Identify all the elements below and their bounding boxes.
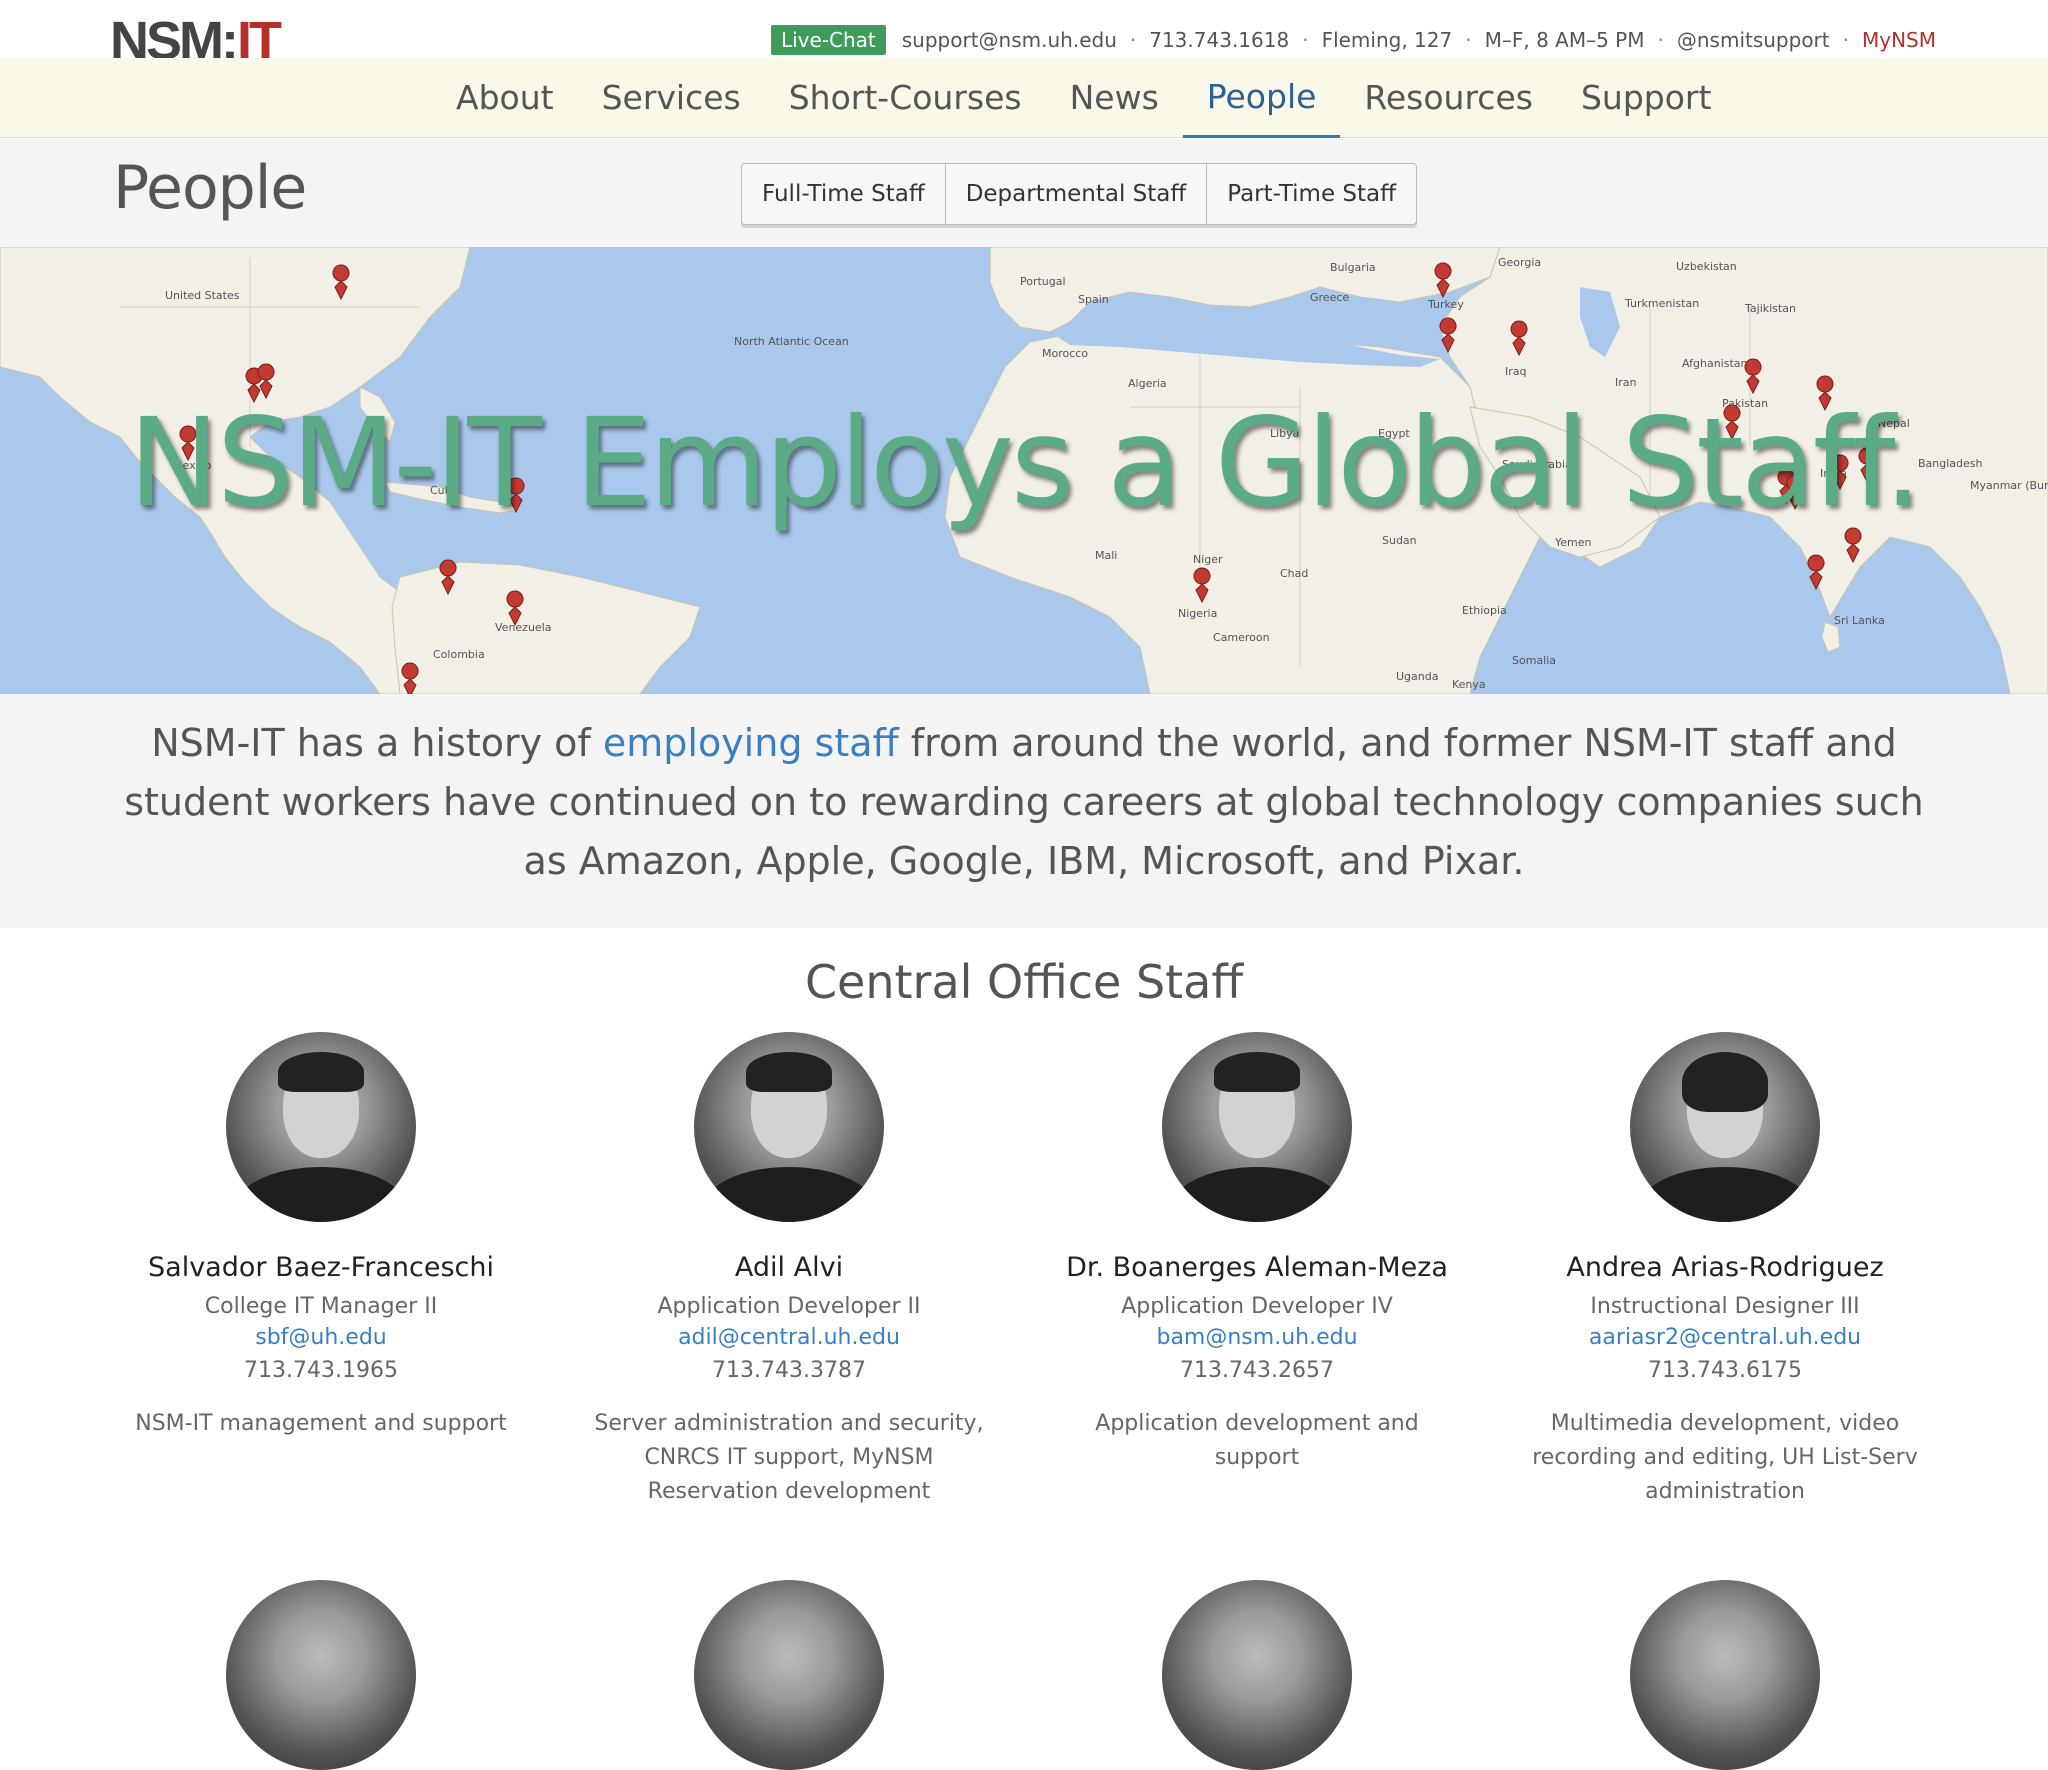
staff-card: Andrea Arias-Rodriguez Instructional Des… [1515, 1032, 1935, 1509]
staff-duties: Server administration and security, CNRC… [594, 1411, 984, 1504]
map-label: Turkmenistan [1624, 297, 1699, 310]
map-label: Tajikistan [1744, 302, 1796, 315]
map-label: Cameroon [1213, 631, 1270, 644]
staff-category-buttons: Full-Time Staff Departmental Staff Part-… [741, 163, 1417, 225]
map-label: Nigeria [1178, 607, 1217, 620]
map-label: Sri Lanka [1834, 614, 1885, 627]
map-label: Uganda [1396, 670, 1438, 683]
nav-short-courses[interactable]: Short-Courses [765, 58, 1046, 138]
staff-photo [1162, 1032, 1352, 1222]
separator-dot: · [1302, 28, 1309, 52]
staff-phone: 713.743.3787 [712, 1358, 866, 1383]
nav-about[interactable]: About [432, 58, 578, 138]
live-chat-button[interactable]: Live-Chat [770, 25, 886, 55]
nav-services[interactable]: Services [578, 58, 765, 138]
main-navigation: About Services Short-Courses News People… [0, 58, 2048, 138]
map-land-europe [989, 247, 1501, 333]
staff-email-link[interactable]: adil@central.uh.edu [579, 1325, 999, 1350]
staff-name: Andrea Arias-Rodriguez [1566, 1252, 1884, 1283]
map-label: Afghanistan [1682, 357, 1748, 370]
section-title: Central Office Staff [804, 955, 1244, 1009]
separator-dot: · [1842, 28, 1849, 52]
map-label: North Atlantic Ocean [734, 335, 849, 348]
staff-photo [1630, 1580, 1820, 1770]
staff-title: Application Developer II [657, 1294, 921, 1319]
staff-phone: 713.743.6175 [1648, 1358, 1802, 1383]
map-label: Iran [1615, 376, 1637, 389]
staff-card: Dr. Boanerges Aleman-Meza Application De… [1047, 1032, 1467, 1475]
staff-name: Dr. Boanerges Aleman-Meza [1066, 1252, 1448, 1283]
nav-people[interactable]: People [1182, 58, 1341, 138]
twitter-link[interactable]: @nsmitsupport [1677, 28, 1830, 52]
staff-title: Application Developer IV [1121, 1294, 1393, 1319]
map-label: Sudan [1382, 534, 1417, 547]
support-phone[interactable]: 713.743.1618 [1149, 28, 1289, 52]
page-title: People [113, 153, 307, 223]
hero-headline: NSM-IT Employs a Global Staff. [128, 392, 1922, 534]
map-label: Ethiopia [1462, 604, 1507, 617]
staff-photo [694, 1032, 884, 1222]
map-label: Niger [1193, 553, 1223, 566]
map-label: Spain [1078, 293, 1109, 306]
staff-duties: Application development and support [1095, 1411, 1419, 1470]
office-location: Fleming, 127 [1321, 28, 1453, 52]
support-email-link[interactable]: support@nsm.uh.edu [902, 28, 1117, 52]
map-label: Greece [1310, 291, 1349, 304]
intro-section: NSM-IT has a history of employing staff … [0, 694, 2048, 928]
map-label: Turkey [1427, 298, 1464, 311]
map-label: Georgia [1498, 256, 1541, 269]
office-hours: M–F, 8 AM–5 PM [1484, 28, 1645, 52]
staff-photo [1162, 1580, 1352, 1770]
full-time-staff-button[interactable]: Full-Time Staff [742, 164, 946, 224]
staff-phone: 713.743.1965 [244, 1358, 398, 1383]
separator-dot: · [1657, 28, 1664, 52]
staff-name: Salvador Baez-Franceschi [148, 1252, 494, 1283]
staff-email-link[interactable]: aariasr2@central.uh.edu [1515, 1325, 1935, 1350]
staff-phone: 713.743.2657 [1180, 1358, 1334, 1383]
map-label: Algeria [1128, 377, 1167, 390]
staff-title: Instructional Designer III [1590, 1294, 1860, 1319]
staff-title: College IT Manager II [204, 1294, 438, 1319]
staff-duties: NSM-IT management and support [135, 1411, 507, 1436]
map-label: Chad [1280, 567, 1308, 580]
utility-links: Live-Chat support@nsm.uh.edu · 713.743.1… [770, 25, 1936, 55]
staff-card: Adil Alvi Application Developer II adil@… [579, 1032, 999, 1509]
map-label: Kenya [1452, 678, 1486, 691]
staff-photo [226, 1580, 416, 1770]
map-label: Portugal [1020, 275, 1066, 288]
top-utility-bar: NSM:IT Live-Chat support@nsm.uh.edu · 71… [0, 0, 2048, 68]
staff-photo [1630, 1032, 1820, 1222]
page-header: People Full-Time Staff Departmental Staf… [0, 139, 2048, 247]
staff-photo [226, 1032, 416, 1222]
map-label: Mali [1095, 549, 1117, 562]
map-label: Uzbekistan [1676, 260, 1737, 273]
map-label: Somalia [1512, 654, 1556, 667]
nav-support[interactable]: Support [1557, 58, 1735, 138]
map-label: Yemen [1554, 536, 1592, 549]
staff-name: Adil Alvi [734, 1252, 844, 1283]
staff-email-link[interactable]: sbf@uh.edu [111, 1325, 531, 1350]
staff-email-link[interactable]: bam@nsm.uh.edu [1047, 1325, 1467, 1350]
departmental-staff-button[interactable]: Departmental Staff [946, 164, 1208, 224]
mynsm-link[interactable]: MyNSM [1862, 28, 1936, 52]
separator-dot: · [1129, 28, 1137, 52]
map-label: Venezuela [495, 621, 552, 634]
map-label: Morocco [1042, 347, 1088, 360]
nav-news[interactable]: News [1046, 58, 1183, 138]
intro-paragraph: NSM-IT has a history of employing staff … [110, 714, 1938, 891]
part-time-staff-button[interactable]: Part-Time Staff [1207, 164, 1416, 224]
map-label: Iraq [1505, 365, 1527, 378]
world-map-hero: United States Mexico Colombia Venezuela … [0, 247, 2048, 694]
staff-card: Salvador Baez-Franceschi College IT Mana… [111, 1032, 531, 1441]
nav-resources[interactable]: Resources [1340, 58, 1557, 138]
separator-dot: · [1465, 28, 1472, 52]
employing-staff-link[interactable]: employing staff [603, 721, 899, 765]
map-label: Bulgaria [1330, 261, 1376, 274]
staff-duties: Multimedia development, video recording … [1532, 1411, 1918, 1504]
map-label: Colombia [433, 648, 485, 661]
intro-text: NSM-IT has a history of [151, 721, 603, 765]
staff-photo [694, 1580, 884, 1770]
map-label: United States [165, 289, 240, 302]
